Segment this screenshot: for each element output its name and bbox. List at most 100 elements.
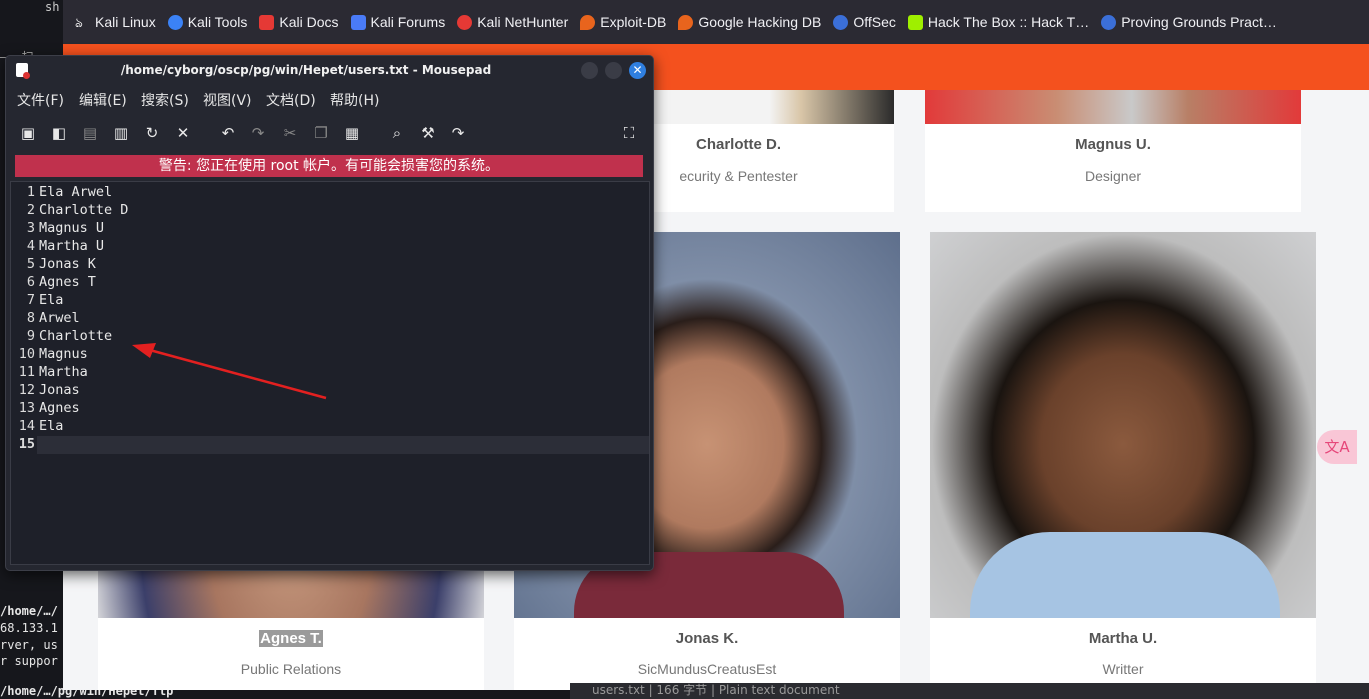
- bookmark-exploit-db[interactable]: Exploit-DB: [580, 14, 666, 30]
- bookmark-htb[interactable]: Hack The Box :: Hack T…: [907, 14, 1090, 30]
- terminal-top-text: sh: [45, 0, 60, 14]
- close-button[interactable]: ✕: [629, 62, 646, 79]
- fullscreen-icon[interactable]: ⛶: [618, 122, 640, 144]
- line-text: Jonas K: [39, 256, 96, 272]
- team-name: Agnes T.: [259, 630, 323, 647]
- line-text: Charlotte D: [39, 202, 129, 218]
- terminal-line: /home/…/: [0, 604, 58, 618]
- reload-icon[interactable]: ↻: [141, 122, 163, 144]
- bookmark-label: Google Hacking DB: [698, 14, 822, 30]
- line-number: 15: [18, 436, 35, 452]
- redo-icon[interactable]: ↷: [247, 122, 269, 144]
- cut-icon[interactable]: ✂: [279, 122, 301, 144]
- line-text: Martha U: [39, 238, 105, 254]
- title-bar[interactable]: /home/cyborg/oscp/pg/win/Hepet/users.txt…: [6, 56, 653, 86]
- bookmark-kali-docs[interactable]: Kali Docs: [259, 14, 339, 30]
- kali-tools-icon: [167, 14, 183, 30]
- line-text: Agnes: [39, 400, 80, 416]
- shirt: [970, 532, 1280, 618]
- replace-icon[interactable]: ⚒: [417, 122, 439, 144]
- bookmarks-bar: ঌ Kali Linux Kali Tools Kali Docs Kali Fo…: [63, 0, 1369, 44]
- htb-icon: [907, 14, 923, 30]
- text-editor[interactable]: 1 Ela Arwel 2 Charlotte D 3 Magnus U 4 Martha U…: [10, 181, 650, 565]
- menu-file[interactable]: 文件(F): [17, 90, 64, 110]
- team-role: Designer: [1084, 168, 1142, 184]
- menu-help[interactable]: 帮助(H): [330, 90, 379, 110]
- exploit-db-icon: [580, 14, 596, 30]
- team-role: Public Relations: [240, 661, 342, 677]
- goto-icon[interactable]: ↷: [447, 122, 469, 144]
- line-text: Magnus U: [39, 220, 105, 236]
- line-text: Jonas: [39, 382, 80, 398]
- paste-icon[interactable]: ▦: [341, 122, 363, 144]
- undo-icon[interactable]: ↶: [217, 122, 239, 144]
- line-text: Ela: [39, 292, 64, 308]
- terminal-line: rver, us: [0, 638, 58, 652]
- team-name: Jonas K.: [675, 630, 739, 647]
- translate-icon[interactable]: 文A: [1317, 430, 1357, 464]
- team-card: Magnus U. Designer: [925, 90, 1301, 212]
- bookmark-offsec[interactable]: OffSec: [833, 14, 896, 30]
- team-card: Martha U. Writter: [930, 232, 1316, 690]
- bookmark-label: Kali Forums: [370, 14, 446, 30]
- bookmark-nethunter[interactable]: Kali NetHunter: [457, 14, 568, 30]
- line-number: 3: [26, 220, 35, 236]
- line-text: Ela: [39, 418, 64, 434]
- kali-docs-icon: [259, 14, 275, 30]
- menu-view[interactable]: 视图(V): [203, 90, 252, 110]
- team-role: Writter: [1102, 661, 1144, 677]
- bookmark-label: Kali Linux: [95, 14, 156, 30]
- close-icon: ✕: [632, 63, 643, 77]
- line-number: 4: [26, 238, 35, 254]
- bookmark-label: OffSec: [853, 14, 896, 30]
- search-icon[interactable]: ⌕: [386, 122, 408, 144]
- bookmark-kali-forums[interactable]: Kali Forums: [350, 14, 446, 30]
- line-number: 10: [18, 346, 35, 362]
- close-icon[interactable]: ✕: [172, 122, 194, 144]
- line-number: 5: [26, 256, 35, 272]
- bookmark-label: Hack The Box :: Hack T…: [927, 14, 1090, 30]
- kali-forums-icon: [350, 14, 366, 30]
- window-title: /home/cyborg/oscp/pg/win/Hepet/users.txt…: [120, 63, 492, 77]
- line-number: 9: [26, 328, 35, 344]
- root-warning-banner: 警告: 您正在使用 root 帐户。有可能会损害您的系统。: [15, 155, 643, 177]
- line-text: Agnes T: [39, 274, 96, 290]
- line-number: 6: [26, 274, 35, 290]
- save-icon[interactable]: ▤: [79, 122, 101, 144]
- ghdb-icon: [678, 14, 694, 30]
- mousepad-window: /home/cyborg/oscp/pg/win/Hepet/users.txt…: [5, 55, 654, 571]
- proving-grounds-icon: [1101, 14, 1117, 30]
- line-number: 14: [18, 418, 35, 434]
- bookmark-ghdb[interactable]: Google Hacking DB: [678, 14, 821, 30]
- status-bar: users.txt | 166 字节 | Plain text document: [570, 683, 1369, 699]
- new-window-icon[interactable]: ◧: [48, 122, 70, 144]
- bookmark-label: Kali Tools: [187, 14, 248, 30]
- line-text: Charlotte: [39, 328, 113, 344]
- status-text: users.txt | 166 字节 | Plain text document: [592, 683, 840, 697]
- line-number: 7: [26, 292, 35, 308]
- menu-edit[interactable]: 编辑(E): [79, 90, 127, 110]
- toolbar: ▣ ◧ ▤ ▥ ↻ ✕ ↶ ↷ ✂ ❐ ▦ ⌕ ⚒ ↷ ⛶: [6, 122, 653, 148]
- menu-document[interactable]: 文档(D): [266, 90, 316, 110]
- new-document-icon[interactable]: ▣: [17, 122, 39, 144]
- bookmark-kali-tools[interactable]: Kali Tools: [167, 14, 248, 30]
- line-number: 11: [18, 364, 35, 380]
- bookmark-label: Kali NetHunter: [477, 14, 569, 30]
- bookmark-proving-grounds[interactable]: Proving Grounds Pract…: [1101, 14, 1277, 30]
- team-photo: [925, 90, 1301, 124]
- terminal-line: 68.133.1: [0, 621, 58, 635]
- bookmark-kali-linux[interactable]: ঌ Kali Linux: [75, 14, 156, 30]
- line-text: Ela Arwel: [39, 184, 113, 200]
- line-number: 13: [18, 400, 35, 416]
- team-photo: [930, 232, 1316, 618]
- menu-search[interactable]: 搜索(S): [141, 90, 189, 110]
- line-text: Martha: [39, 364, 88, 380]
- offsec-icon: [833, 14, 849, 30]
- terminal-line: r suppor: [0, 654, 58, 668]
- save-as-icon[interactable]: ▥: [110, 122, 132, 144]
- minimize-button[interactable]: [581, 62, 598, 79]
- copy-icon[interactable]: ❐: [310, 122, 332, 144]
- maximize-button[interactable]: [605, 62, 622, 79]
- team-name: Magnus U.: [1075, 136, 1151, 153]
- team-role: SicMundusCreatusEst: [637, 661, 777, 677]
